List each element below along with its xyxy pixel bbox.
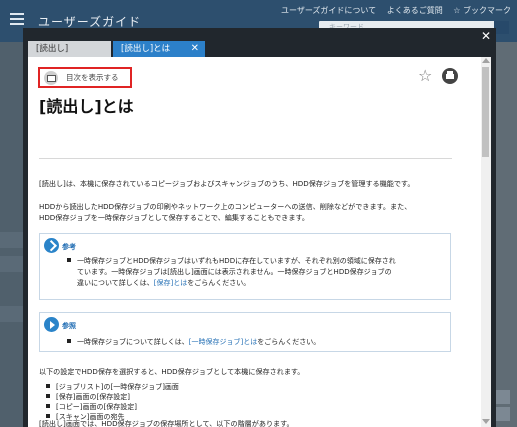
description-paragraph: HDDから読出したHDD保存ジョブの印刷やネットワーク上のコンピューターへの送信…	[39, 201, 411, 223]
text-line: をごらんください。	[187, 279, 251, 287]
tab-bar: [読出し] [読出し]とは ✕	[23, 28, 496, 57]
text-line: をごらんください。	[257, 338, 321, 346]
reference-note: 参考 一時保存ジョブとHDD保存ジョブはいずれもHDDに存在していますが、それぞ…	[39, 233, 451, 300]
settings-list: [ジョブリスト]の[一時保存ジョブ]画面 [保存]画面の[保存設定] [コピー]…	[46, 382, 179, 422]
document-content: 目次を表示する ☆ [読出し]とは [読出し]は、本機に保存されているコピージョ…	[28, 57, 481, 427]
text-line: HDD保存ジョブを一時保存ジョブとして保存することで、編集することもできます。	[39, 213, 309, 222]
check-icon	[44, 238, 59, 253]
note-heading: 参考	[62, 243, 76, 251]
sidebar-row	[0, 256, 24, 272]
header-links: ユーザーズガイドについて よくあるご質問 ☆ ブックマーク	[273, 5, 511, 16]
bookmark-link[interactable]: ☆ ブックマーク	[453, 6, 511, 15]
location-paragraph: [読出し]画面では、HDD保存ジョブの保存場所として、以下の階層があります。	[39, 419, 294, 427]
intro-paragraph: [読出し]は、本機に保存されているコピージョブおよびスキャンジョブのうち、HDD…	[39, 179, 415, 188]
document-modal: [読出し] [読出し]とは ✕ ✕ 目次を表示する ☆ [読出し]とは [読出し…	[23, 28, 496, 427]
page-title: [読出し]とは	[39, 97, 134, 116]
text-line: 違いについて詳しくは、	[77, 279, 154, 287]
tab-readout[interactable]: [読出し]	[28, 41, 111, 57]
faq-link[interactable]: よくあるご質問	[387, 6, 443, 15]
text-line: 一時保存ジョブについて詳しくは、	[77, 338, 189, 346]
settings-paragraph: 以下の設定でHDD保存を選択すると、HDD保存ジョブとして本機に保存されます。	[39, 367, 305, 376]
save-about-link[interactable]: [保存]とは	[154, 279, 187, 287]
arrow-right-icon	[44, 317, 59, 332]
sidebar-row	[0, 232, 24, 248]
bullet-icon	[46, 404, 50, 408]
star-icon[interactable]: ☆	[418, 66, 432, 85]
text-line: 一時保存ジョブとHDD保存ジョブはいずれもHDDに存在していますが、それぞれ別の…	[77, 257, 396, 265]
scroll-up-arrow-icon[interactable]	[482, 58, 490, 63]
search-button[interactable]	[494, 21, 509, 34]
list-item-text: [保存]画面の[保存設定]	[56, 393, 130, 401]
close-icon[interactable]: ✕	[191, 41, 199, 57]
show-toc-button[interactable]: 目次を表示する	[38, 67, 132, 88]
note-body: 一時保存ジョブについて詳しくは、[一時保存ジョブ]とはをごらんください。	[67, 337, 320, 348]
list-item: [コピー]画面の[保存設定]	[46, 402, 179, 412]
list-item: [保存]画面の[保存設定]	[46, 392, 179, 402]
print-icon[interactable]	[442, 68, 458, 84]
divider	[39, 158, 452, 159]
scroll-up-icon[interactable]	[496, 390, 510, 404]
bullet-icon	[46, 394, 50, 398]
toc-label: 目次を表示する	[66, 73, 119, 82]
background-sidebar	[0, 42, 24, 427]
tab-label: [読出し]とは	[121, 44, 171, 54]
list-item: [ジョブリスト]の[一時保存ジョブ]画面	[46, 382, 179, 392]
modal-close-icon[interactable]: ✕	[481, 29, 491, 43]
sidebar-row	[0, 306, 24, 322]
scrollbar-thumb[interactable]	[482, 67, 489, 157]
about-link[interactable]: ユーザーズガイドについて	[281, 6, 376, 15]
bullet-icon	[67, 258, 71, 262]
temp-save-job-link[interactable]: [一時保存ジョブ]とは	[189, 338, 257, 346]
text-line: ています。一時保存ジョブは[読出し]画面には表示されません。一時保存ジョブとHD…	[77, 268, 392, 276]
toc-icon	[44, 70, 58, 85]
menu-icon[interactable]	[10, 13, 24, 25]
note-body: 一時保存ジョブとHDD保存ジョブはいずれもHDDに存在していますが、それぞれ別の…	[67, 256, 396, 289]
bullet-icon	[46, 384, 50, 388]
document-scrollbar[interactable]	[481, 57, 491, 427]
bullet-icon	[67, 339, 71, 343]
scroll-down-icon[interactable]	[496, 407, 510, 421]
note-heading: 参照	[62, 322, 76, 330]
tab-readout-about[interactable]: [読出し]とは ✕	[113, 41, 205, 57]
list-item-text: [ジョブリスト]の[一時保存ジョブ]画面	[56, 383, 179, 391]
see-also-note: 参照 一時保存ジョブについて詳しくは、[一時保存ジョブ]とはをごらんください。	[39, 312, 451, 352]
scroll-down-arrow-icon[interactable]	[482, 419, 490, 424]
tab-label: [読出し]	[36, 44, 69, 54]
list-item-text: [コピー]画面の[保存設定]	[56, 403, 137, 411]
text-line: HDDから読出したHDD保存ジョブの印刷やネットワーク上のコンピューターへの送信…	[39, 202, 412, 211]
